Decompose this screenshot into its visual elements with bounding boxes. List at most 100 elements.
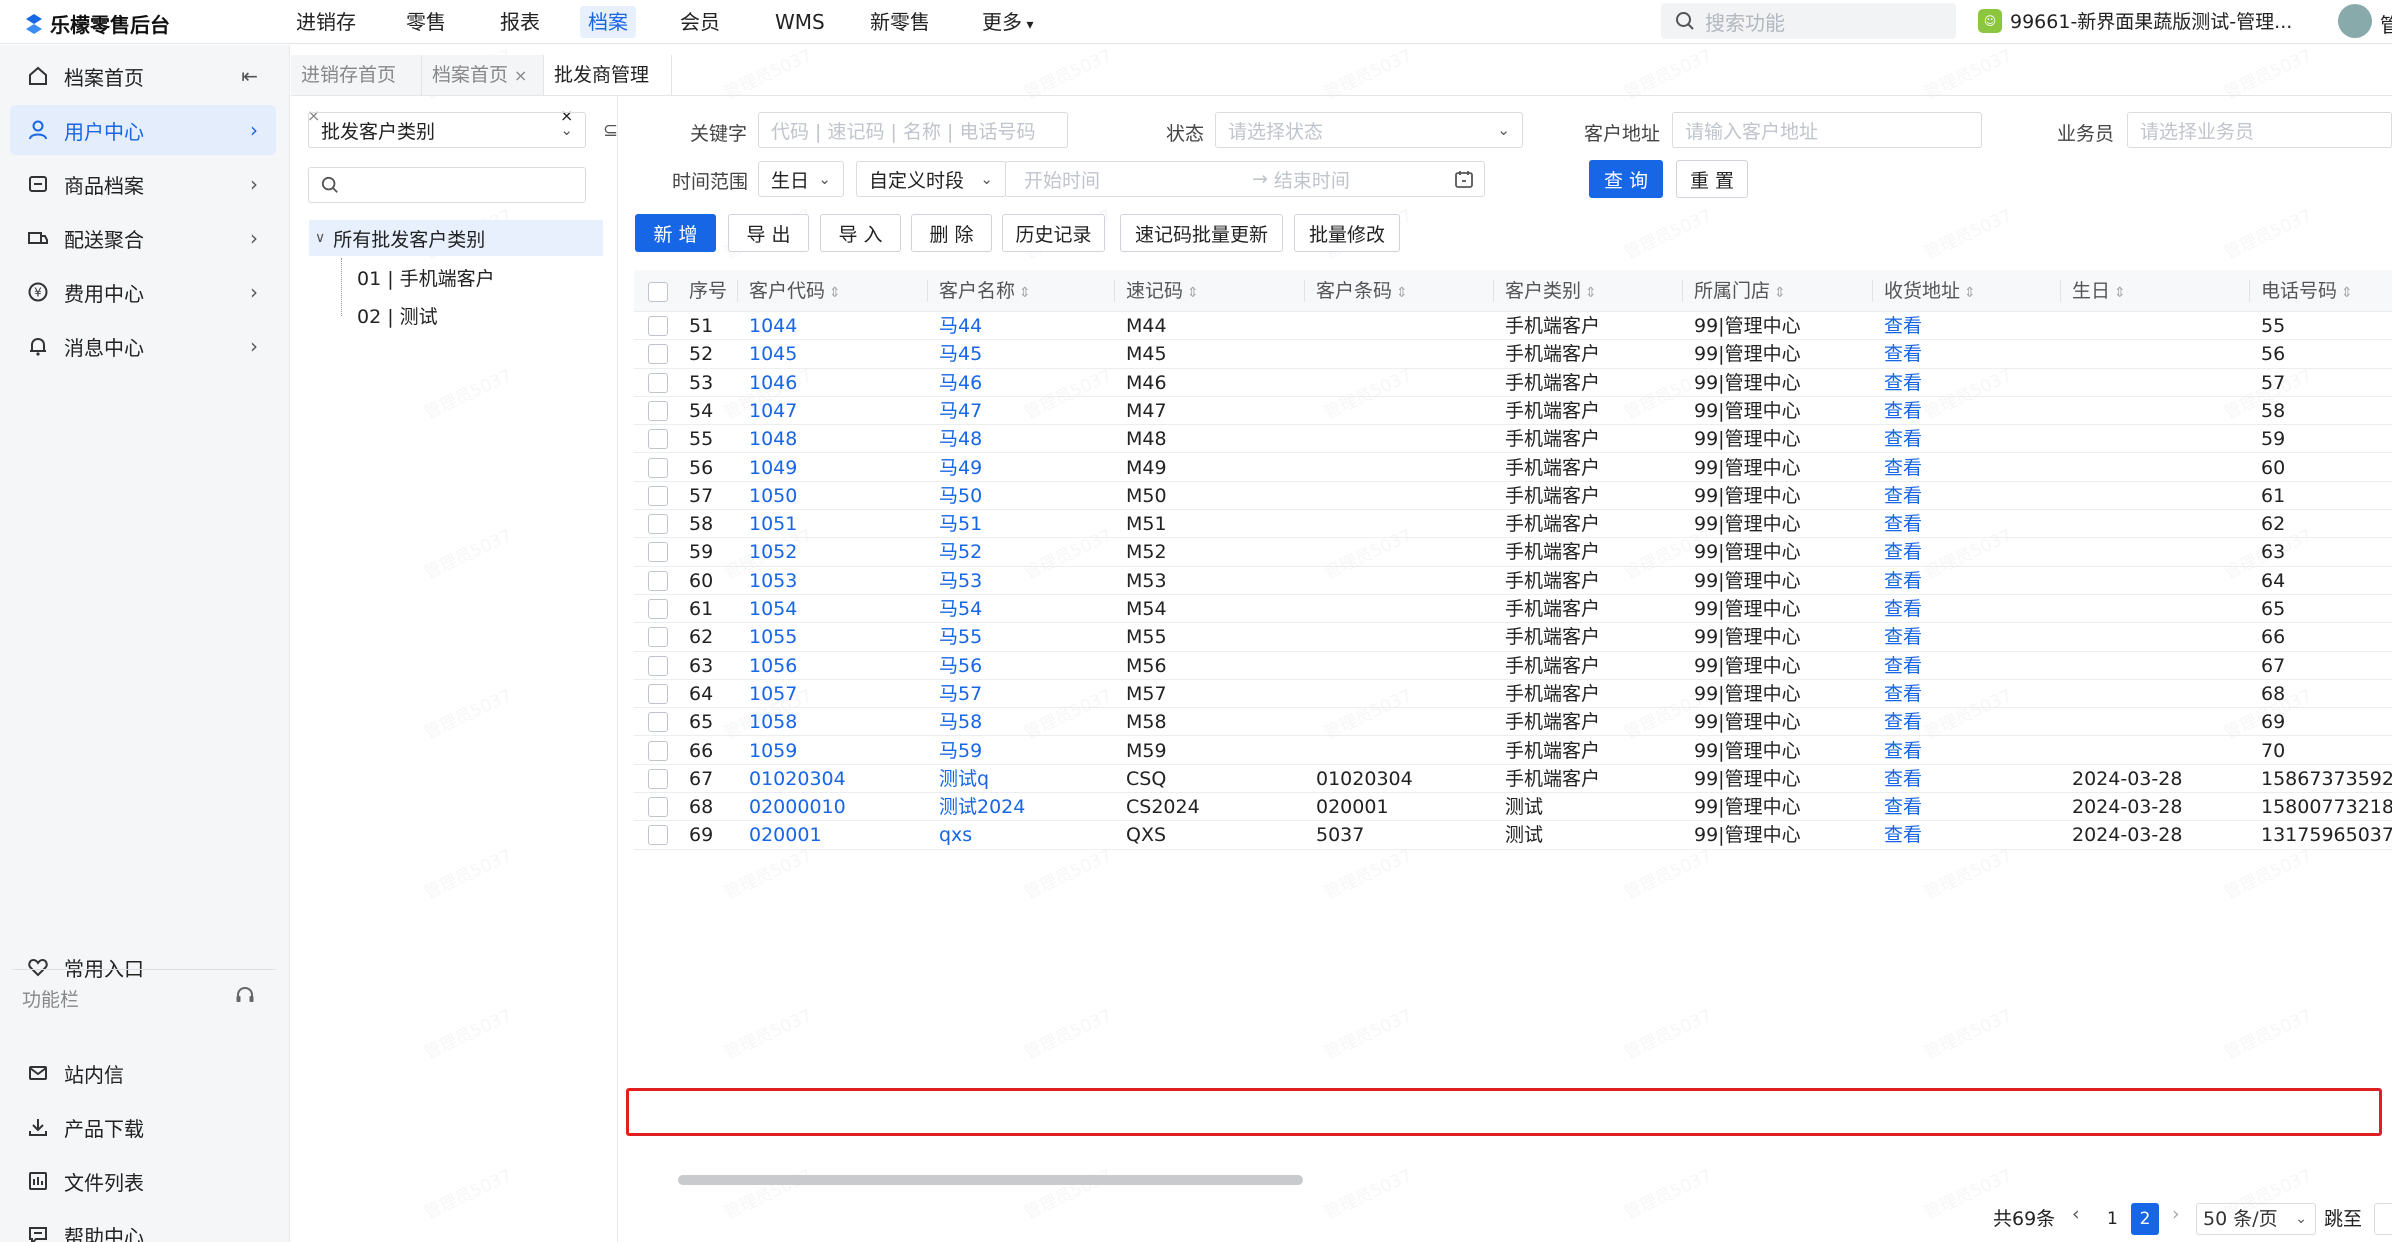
tab-archive-home[interactable]: 档案首页 × (422, 55, 544, 95)
sidebar-item-help[interactable]: 帮助中心 (10, 1210, 276, 1242)
cell-customer-code[interactable]: 1050 (749, 482, 934, 510)
sort-icon[interactable]: ⇕ (1964, 272, 1976, 312)
cell-address[interactable]: 查看 (1884, 623, 2069, 651)
topnav-item[interactable]: 报表 (492, 6, 548, 38)
row-checkbox[interactable] (648, 485, 668, 506)
cell-address[interactable]: 查看 (1884, 312, 2069, 340)
page-2-current[interactable]: 2 (2131, 1203, 2159, 1235)
topnav-item[interactable]: 会员 (672, 6, 728, 38)
cell-customer-name[interactable]: 马45 (939, 340, 1121, 368)
cell-customer-code[interactable]: 1056 (749, 652, 934, 680)
table-row[interactable]: 60 1053 马53 M53 手机端客户 99|管理中心 查看 64 (634, 567, 2392, 595)
cell-customer-name[interactable]: 马59 (939, 737, 1121, 765)
cell-address[interactable]: 查看 (1884, 595, 2069, 623)
sidebar-item-mail[interactable]: 站内信 (10, 1048, 276, 1098)
table-row[interactable]: 69 020001 qxs QXS 5037 测试 99|管理中心 查看 2024-03-28 1… (634, 821, 2392, 850)
cell-customer-name[interactable]: 马49 (939, 454, 1121, 482)
collapse-panel-icon[interactable]: ⊆ (603, 120, 618, 141)
cell-address[interactable]: 查看 (1884, 765, 2069, 793)
tree-node-test[interactable]: 02 | 测试 (357, 302, 438, 329)
history-button[interactable]: 历史记录 (1002, 214, 1105, 252)
cell-customer-name[interactable]: 马55 (939, 623, 1121, 651)
cell-customer-name[interactable]: 马44 (939, 312, 1121, 340)
tab-inventory-home[interactable]: 进销存首页× (291, 55, 422, 125)
cell-address[interactable]: 查看 (1884, 793, 2069, 821)
table-row[interactable]: 64 1057 马57 M57 手机端客户 99|管理中心 查看 68 (634, 680, 2392, 709)
topnav-item[interactable]: WMS (767, 6, 833, 38)
add-button[interactable]: 新 增 (635, 214, 716, 252)
column-header-customer-code[interactable]: 客户代码 ⇕ (749, 270, 934, 312)
sidebar-item-product[interactable]: 商品档案 › (10, 159, 276, 209)
table-row[interactable]: 53 1046 马46 M46 手机端客户 99|管理中心 查看 57 (634, 369, 2392, 397)
cell-address[interactable]: 查看 (1884, 652, 2069, 680)
cell-address[interactable]: 查看 (1884, 340, 2069, 368)
row-checkbox[interactable] (648, 768, 668, 789)
reset-button[interactable]: 重 置 (1676, 160, 1748, 198)
column-header-short-code[interactable]: 速记码 ⇕ (1126, 270, 1311, 312)
cell-customer-name[interactable]: 马58 (939, 708, 1121, 736)
sidebar-item-delivery[interactable]: 配送聚合 › (10, 213, 276, 263)
prev-page-icon[interactable]: ‹ (2072, 1203, 2080, 1235)
row-checkbox[interactable] (648, 712, 668, 733)
column-header-customer-name[interactable]: 客户名称 ⇕ (939, 270, 1121, 312)
query-button[interactable]: 查 询 (1589, 160, 1663, 198)
cell-address[interactable]: 查看 (1884, 737, 2069, 765)
sidebar-item-user-center[interactable]: 用户中心 › (10, 105, 276, 155)
cell-customer-name[interactable]: 马46 (939, 369, 1121, 397)
row-checkbox[interactable] (648, 400, 668, 421)
topnav-item[interactable]: 零售 (398, 6, 454, 38)
cell-customer-code[interactable]: 1055 (749, 623, 934, 651)
salesman-select[interactable]: 请选择业务员 (2127, 112, 2392, 148)
sort-icon[interactable]: ⇕ (829, 272, 841, 312)
row-checkbox[interactable] (648, 429, 668, 450)
cell-address[interactable]: 查看 (1884, 369, 2069, 397)
sort-icon[interactable]: ⇕ (1396, 272, 1408, 312)
cell-customer-name[interactable]: 测试q (939, 765, 1121, 793)
cell-address[interactable]: 查看 (1884, 567, 2069, 595)
sort-icon[interactable]: ⇕ (1774, 272, 1786, 312)
table-row[interactable]: 56 1049 马49 M49 手机端客户 99|管理中心 查看 60 (634, 454, 2392, 482)
cell-address[interactable]: 查看 (1884, 454, 2069, 482)
delete-button[interactable]: 删 除 (911, 214, 992, 252)
cell-customer-code[interactable]: 1053 (749, 567, 934, 595)
sort-icon[interactable]: ⇕ (1585, 272, 1597, 312)
row-checkbox[interactable] (648, 570, 668, 591)
tree-root-node[interactable]: ∨ 所有批发客户类别 (309, 220, 603, 256)
row-checkbox[interactable] (648, 372, 668, 393)
cell-customer-code[interactable]: 1054 (749, 595, 934, 623)
address-input[interactable]: 请输入客户地址 (1672, 112, 1982, 148)
top-search-input[interactable]: 搜索功能 (1661, 3, 1956, 39)
table-row[interactable]: 52 1045 马45 M45 手机端客户 99|管理中心 查看 56 (634, 340, 2392, 369)
topnav-item[interactable]: 更多 ▾ (974, 6, 1041, 38)
row-checkbox[interactable] (648, 683, 668, 704)
column-header-customer-barcode[interactable]: 客户条码 ⇕ (1316, 270, 1501, 312)
store-selector[interactable]: ☺ 99661-新界面果蔬版测试-管理... (1978, 7, 2292, 34)
cell-customer-code[interactable]: 1051 (749, 510, 934, 538)
date-range-picker[interactable]: 开始时间 → 结束时间 (1005, 161, 1485, 197)
cell-customer-name[interactable]: 测试2024 (939, 793, 1121, 821)
cell-customer-code[interactable]: 02000010 (749, 793, 934, 821)
column-header-birthday[interactable]: 生日 ⇕ (2072, 270, 2257, 312)
app-logo[interactable]: 乐檬零售后台 (24, 9, 170, 38)
cell-customer-name[interactable]: 马47 (939, 397, 1121, 425)
row-checkbox[interactable] (648, 316, 668, 336)
batch-update-code-button[interactable]: 速记码批量更新 (1120, 214, 1283, 252)
status-select[interactable]: 请选择状态 ⌄ (1215, 112, 1523, 148)
cell-address[interactable]: 查看 (1884, 680, 2069, 708)
table-row[interactable]: 54 1047 马47 M47 手机端客户 99|管理中心 查看 58 (634, 397, 2392, 426)
cell-customer-code[interactable]: 1046 (749, 369, 934, 397)
table-row[interactable]: 68 02000010 测试2024 CS2024 020001 测试 99|管理中心 查看 2… (634, 793, 2392, 822)
column-header-address[interactable]: 收货地址 ⇕ (1884, 270, 2069, 312)
cell-customer-name[interactable]: 马57 (939, 680, 1121, 708)
row-checkbox[interactable] (648, 514, 668, 535)
cell-customer-name[interactable]: 马54 (939, 595, 1121, 623)
table-row[interactable]: 67 01020304 测试q CSQ 01020304 手机端客户 99|管理中心 查看 20… (634, 765, 2392, 794)
sort-icon[interactable]: ⇕ (1019, 272, 1031, 312)
table-row[interactable]: 58 1051 马51 M51 手机端客户 99|管理中心 查看 62 (634, 510, 2392, 539)
sidebar-item-message[interactable]: 消息中心 › (10, 321, 276, 371)
page-size-select[interactable]: 50 条/页 ⌄ (2196, 1203, 2316, 1235)
category-type-select[interactable]: 批发客户类别 ⌄ (308, 112, 586, 148)
row-checkbox[interactable] (648, 627, 668, 648)
cell-customer-name[interactable]: 马51 (939, 510, 1121, 538)
row-checkbox[interactable] (648, 797, 668, 818)
